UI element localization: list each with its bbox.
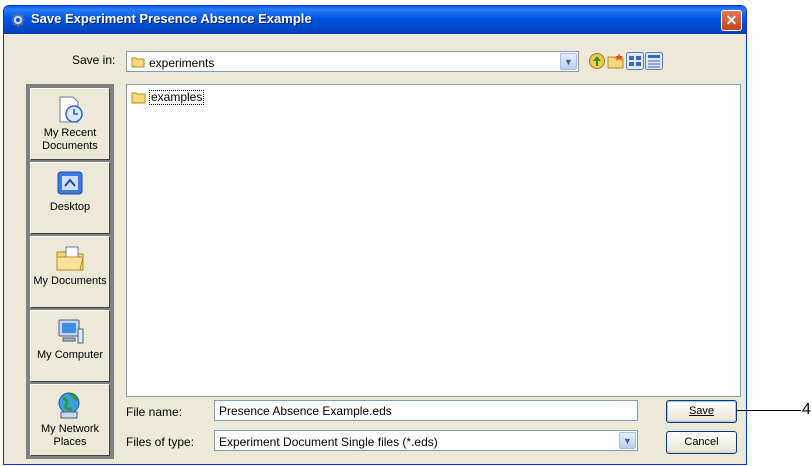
my-documents-icon xyxy=(56,246,84,271)
up-one-level-icon[interactable] xyxy=(588,52,606,70)
files-of-type-label: Files of type: xyxy=(126,435,195,449)
callout-number: 4 xyxy=(802,401,811,418)
cancel-button-label: Cancel xyxy=(684,436,719,448)
save-dialog: Save Experiment Presence Absence Example… xyxy=(3,5,747,465)
file-name-field[interactable]: Presence Absence Example.eds xyxy=(214,400,638,421)
desktop-icon xyxy=(57,171,83,195)
place-label-line: My Recent xyxy=(43,127,97,139)
save-in-value: experiments xyxy=(149,56,215,70)
details-view-icon[interactable] xyxy=(645,52,663,70)
place-my-network-places[interactable]: My Network Places xyxy=(30,384,110,456)
places-bar: My Recent Documents Desktop My Documents xyxy=(26,84,114,459)
my-computer-icon xyxy=(58,319,84,344)
place-my-computer[interactable]: My Computer xyxy=(30,310,110,382)
title-bar[interactable]: Save Experiment Presence Absence Example… xyxy=(4,6,746,34)
place-label-line: My Network xyxy=(40,423,100,435)
chevron-down-icon[interactable]: ▼ xyxy=(560,53,577,70)
save-button-label: Save xyxy=(688,405,715,417)
file-name-label: examples xyxy=(149,90,205,105)
app-gear-icon xyxy=(11,13,25,27)
callout-line xyxy=(736,410,801,411)
place-label-line: Documents xyxy=(42,140,98,152)
create-new-folder-icon[interactable] xyxy=(607,52,625,70)
place-desktop[interactable]: Desktop xyxy=(30,162,110,234)
chevron-down-icon[interactable]: ▼ xyxy=(619,432,636,449)
files-of-type-dropdown[interactable]: Experiment Document Single files (*.eds)… xyxy=(214,430,638,451)
files-of-type-value: Experiment Document Single files (*.eds) xyxy=(219,435,438,449)
save-in-label: Save in: xyxy=(72,53,116,67)
place-my-recent-documents[interactable]: My Recent Documents xyxy=(30,88,110,160)
window-title: Save Experiment Presence Absence Example xyxy=(31,11,312,26)
folder-icon xyxy=(131,57,145,68)
save-button[interactable]: Save xyxy=(666,400,737,423)
file-list[interactable]: examples xyxy=(126,84,741,397)
file-name-value: Presence Absence Example.eds xyxy=(219,404,392,418)
place-label-line: My Documents xyxy=(33,275,107,287)
save-in-dropdown[interactable]: experiments ▼ xyxy=(126,51,579,72)
file-name-label: File name: xyxy=(126,405,183,419)
recent-documents-icon xyxy=(59,96,83,123)
cancel-button[interactable]: Cancel xyxy=(666,431,737,454)
place-label-line: Places xyxy=(53,436,87,448)
network-places-icon xyxy=(58,392,80,419)
place-label-line: Desktop xyxy=(49,201,91,213)
place-my-documents[interactable]: My Documents xyxy=(30,236,110,308)
list-view-icon[interactable] xyxy=(626,52,644,70)
close-button[interactable]: ✕ xyxy=(721,10,742,31)
folder-icon xyxy=(131,92,146,104)
place-label-line: My Computer xyxy=(36,349,104,361)
close-icon: ✕ xyxy=(725,12,738,28)
